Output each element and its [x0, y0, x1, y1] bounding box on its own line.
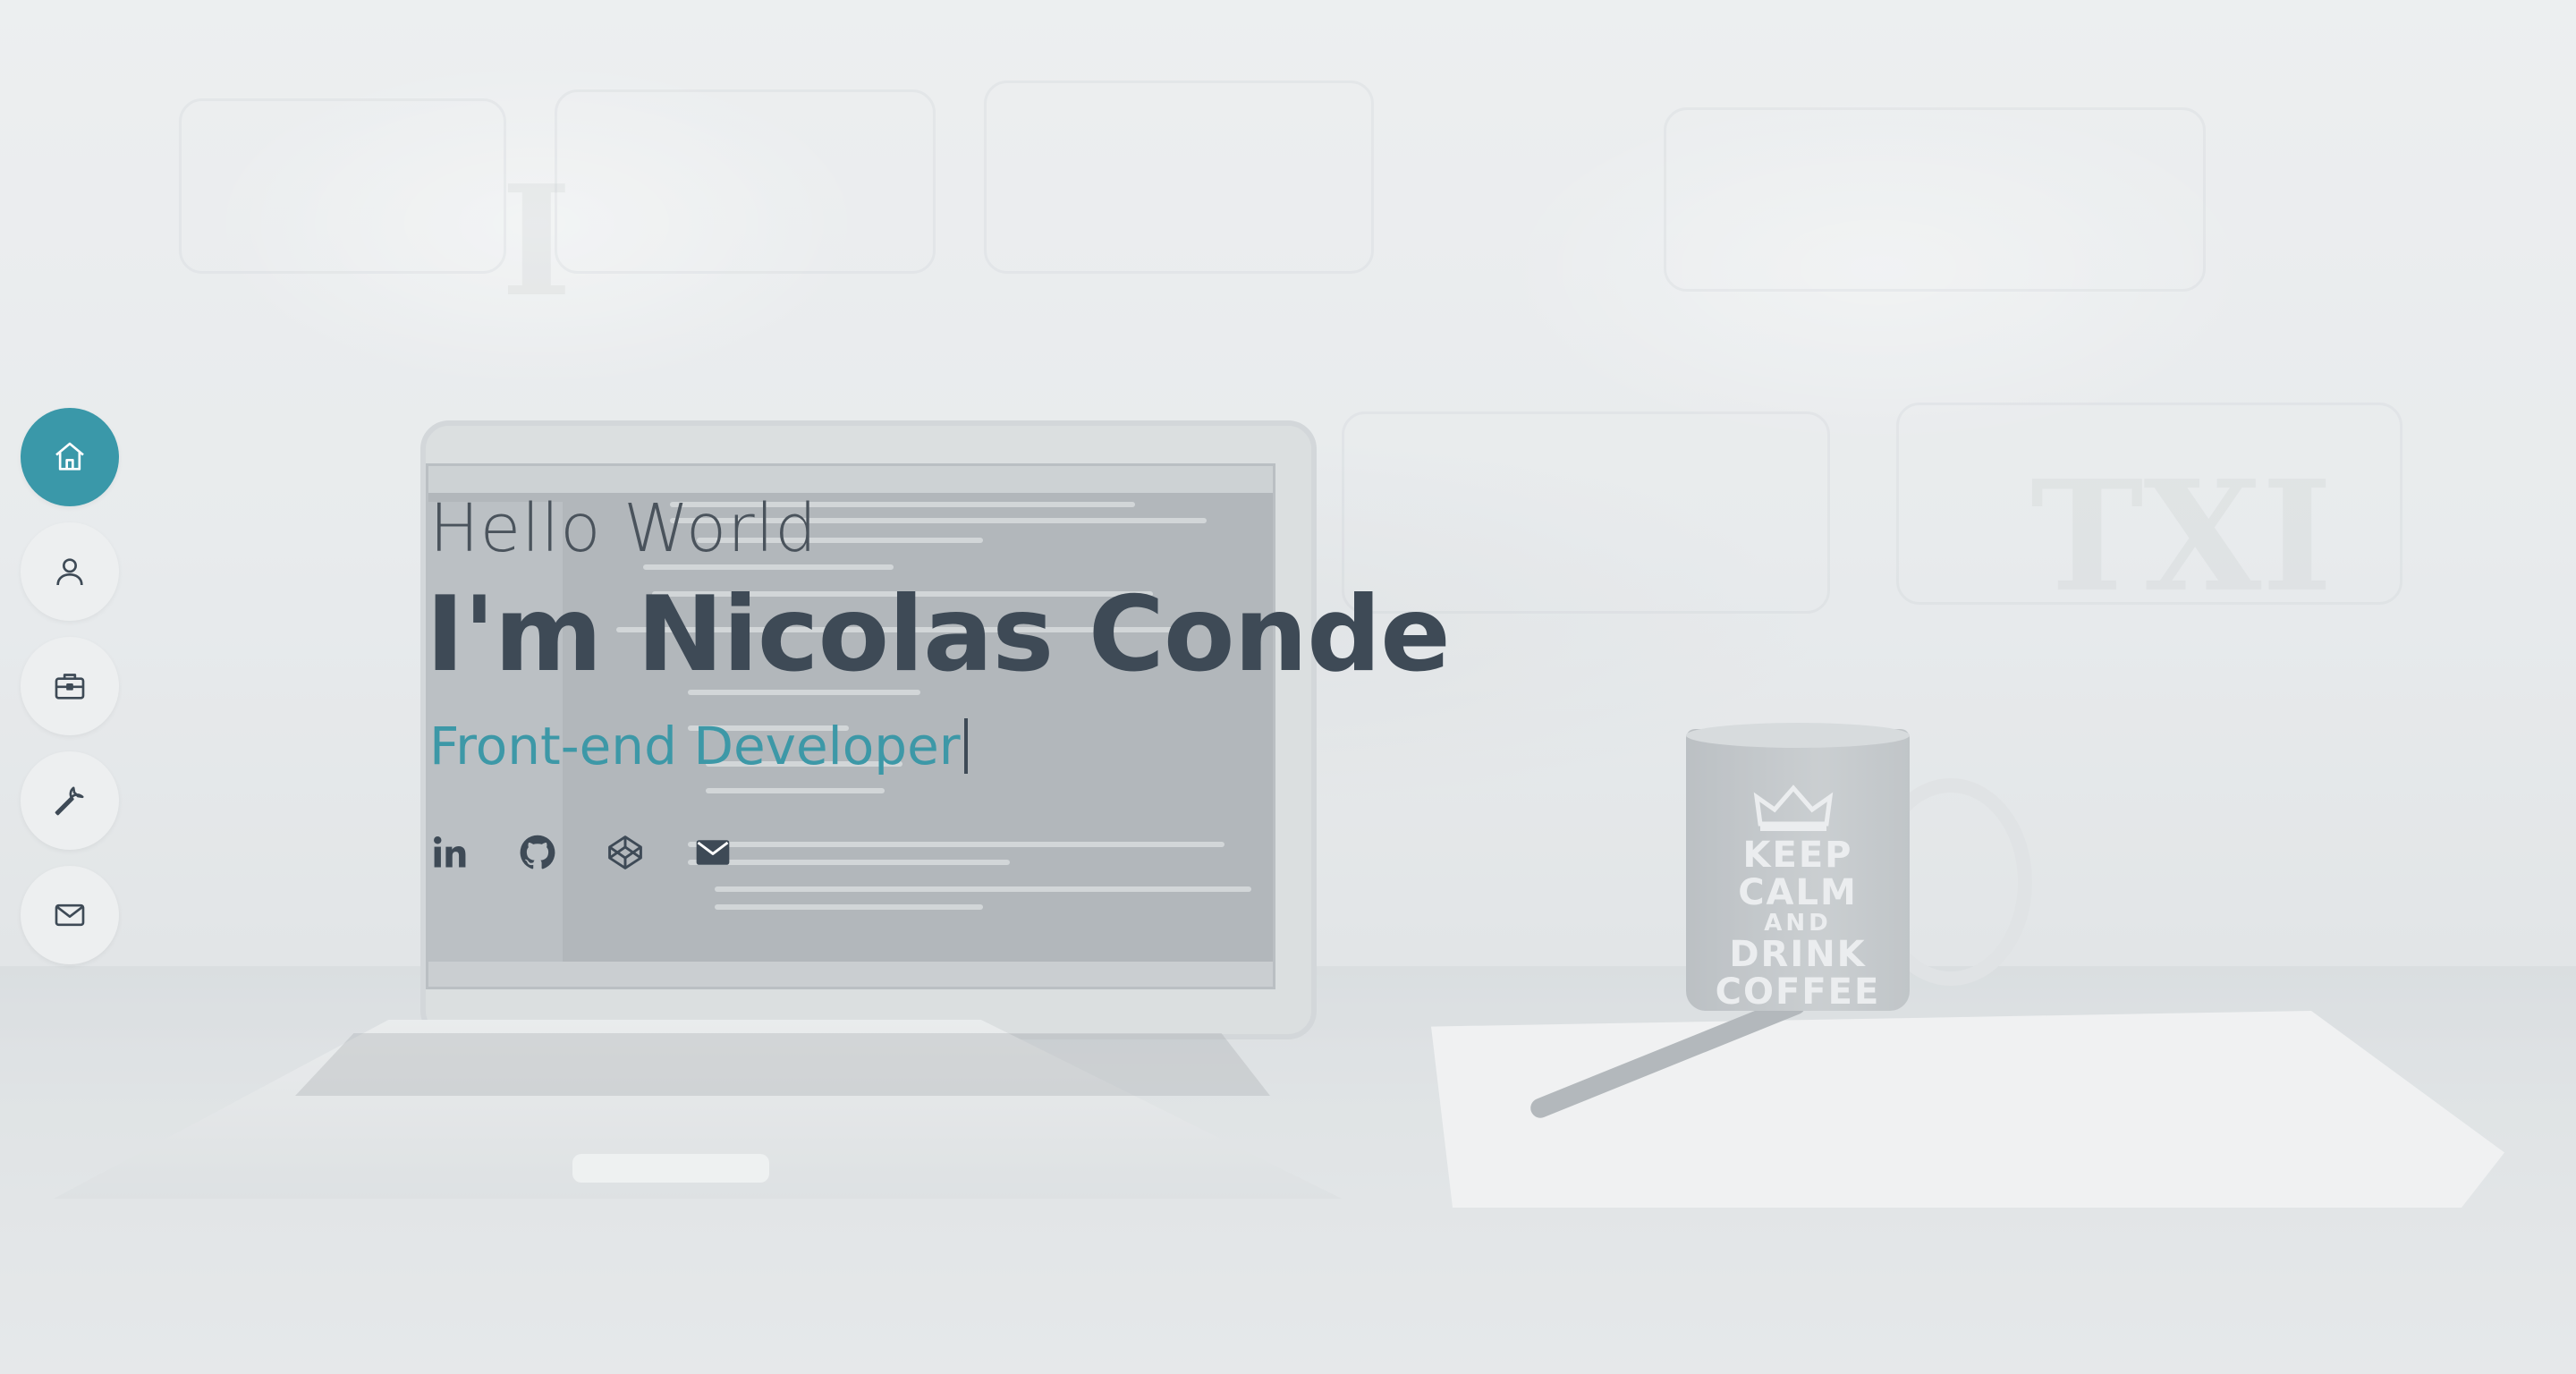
briefcase-icon — [55, 674, 85, 700]
github-link[interactable] — [517, 832, 558, 873]
codepen-link[interactable] — [605, 832, 646, 873]
wrench-icon — [55, 786, 84, 816]
mail-icon — [55, 903, 85, 927]
linkedin-link[interactable] — [429, 832, 470, 873]
hero-role: Front-end Developer — [429, 716, 968, 776]
nav-skills-button[interactable] — [21, 751, 119, 850]
email-link[interactable] — [692, 832, 733, 873]
social-links — [429, 832, 733, 873]
typing-caret — [963, 718, 968, 774]
side-navigation — [21, 408, 119, 980]
nav-about-button[interactable] — [21, 522, 119, 621]
nav-home-button[interactable] — [21, 408, 119, 506]
nav-portfolio-button[interactable] — [21, 637, 119, 735]
typed-role-text: Front-end Developer — [429, 716, 961, 776]
user-icon — [56, 558, 83, 586]
hero-greeting: Hello World — [429, 490, 818, 567]
hero-name: I'm Nicolas Conde — [426, 574, 1451, 695]
codepen-icon — [608, 835, 642, 869]
github-icon — [520, 835, 555, 869]
linkedin-icon — [434, 836, 466, 868]
nav-contact-button[interactable] — [21, 866, 119, 964]
mail-icon — [696, 840, 730, 865]
home-icon — [55, 442, 84, 471]
